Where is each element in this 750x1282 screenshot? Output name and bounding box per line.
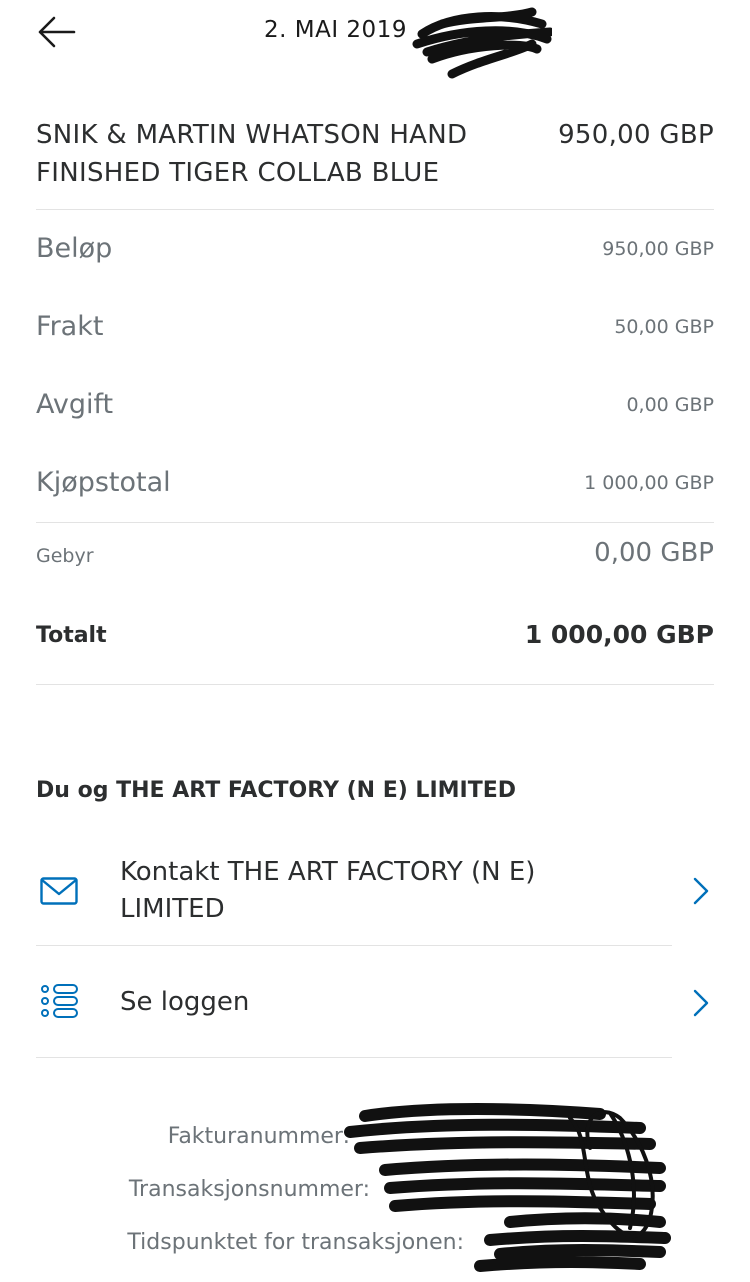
- fee-label: Gebyr: [36, 545, 94, 567]
- purchase-total-value: 1 000,00 GBP: [584, 472, 714, 494]
- contact-merchant-label: Kontakt THE ART FACTORY (N E) LIMITED: [120, 857, 536, 924]
- invoice-number-label: Fakturanummer:: [167, 1124, 350, 1149]
- divider: [36, 522, 714, 523]
- transaction-date: 2. MAI 2019: [264, 17, 407, 43]
- mail-icon: [40, 877, 80, 911]
- divider: [36, 684, 714, 685]
- view-log-button[interactable]: Se loggen: [0, 970, 750, 1040]
- divider: [36, 1057, 672, 1058]
- transaction-number-label: Transaksjonsnummer:: [128, 1177, 370, 1202]
- divider: [36, 209, 714, 210]
- fee-value: 0,00 GBP: [594, 538, 714, 568]
- total-label: Totalt: [36, 623, 107, 648]
- chevron-right-icon: [692, 876, 710, 910]
- tax-label: Avgift: [36, 389, 114, 420]
- item-price: 950,00 GBP: [558, 120, 714, 150]
- divider: [36, 945, 672, 946]
- list-icon: [40, 984, 80, 1024]
- shipping-value: 50,00 GBP: [614, 316, 714, 338]
- amount-value: 950,00 GBP: [602, 238, 714, 260]
- contact-merchant-button[interactable]: Kontakt THE ART FACTORY (N E) LIMITED: [0, 850, 750, 944]
- redaction-scribble: [344, 1103, 671, 1272]
- total-value: 1 000,00 GBP: [524, 620, 714, 649]
- amount-label: Beløp: [36, 233, 113, 264]
- shipping-label: Frakt: [36, 311, 104, 342]
- tax-value: 0,00 GBP: [626, 394, 714, 416]
- merchant-section-title: Du og THE ART FACTORY (N E) LIMITED: [36, 778, 517, 803]
- item-title: SNIK & MARTIN WHATSON HAND FINISHED TIGE…: [36, 120, 468, 188]
- purchase-total-label: Kjøpstotal: [36, 467, 171, 498]
- back-arrow-icon[interactable]: [36, 14, 76, 50]
- view-log-label: Se loggen: [120, 987, 250, 1017]
- chevron-right-icon: [692, 988, 710, 1022]
- redaction-scribble: [412, 7, 552, 79]
